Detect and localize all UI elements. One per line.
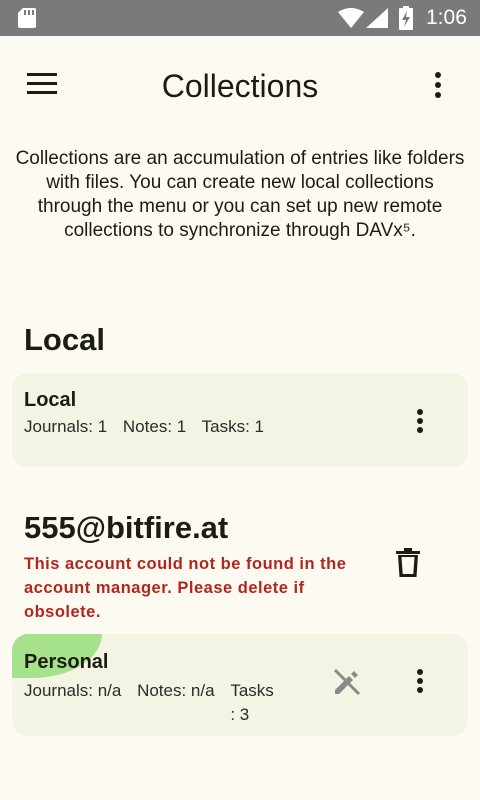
intro-text: Collections are an accumulation of entri…	[15, 148, 465, 241]
account-warning: This account could not be found in the a…	[24, 555, 347, 621]
tasks-count: Tasks : 3	[230, 679, 284, 727]
tasks-count: Tasks: 1	[201, 417, 264, 436]
collection-name: Local	[24, 389, 77, 411]
cell-signal-icon	[366, 8, 388, 28]
battery-charging-icon	[399, 6, 413, 30]
notes-count: Notes: n/a	[137, 681, 215, 700]
tasks-count-label: Tasks	[230, 681, 274, 700]
status-time: 1:06	[426, 6, 467, 29]
journals-count: Journals: n/a	[24, 681, 122, 700]
edit-off-icon	[333, 668, 361, 696]
collection-card-local[interactable]: Local Journals: 1 Notes: 1 Tasks: 1	[12, 373, 468, 467]
journals-count: Journals: 1	[24, 417, 108, 436]
collection-card-personal[interactable]: Personal Journals: n/a Notes: n/a Tasks:…	[12, 634, 468, 736]
section-title-account: 555@bitfire.at	[24, 510, 229, 545]
section-title-local: Local	[24, 322, 105, 357]
more-vert-icon[interactable]	[408, 667, 432, 697]
collection-name: Personal	[24, 651, 109, 673]
collection-counts: Journals: n/a Notes: n/a Tasks : 3	[24, 679, 296, 727]
collection-counts: Journals: 1 Notes: 1 Tasks: 1	[24, 417, 275, 437]
wifi-icon	[338, 8, 364, 28]
notes-count: Notes: 1	[122, 417, 187, 436]
status-bar: 1:06	[0, 0, 480, 36]
delete-icon[interactable]	[396, 548, 420, 578]
sd-card-icon	[18, 8, 36, 28]
more-vert-icon[interactable]	[427, 70, 449, 100]
more-vert-icon[interactable]	[408, 407, 432, 437]
app-bar: Collections	[0, 36, 480, 136]
page-title: Collections	[161, 68, 319, 104]
tasks-count-value: : 3	[230, 705, 250, 724]
